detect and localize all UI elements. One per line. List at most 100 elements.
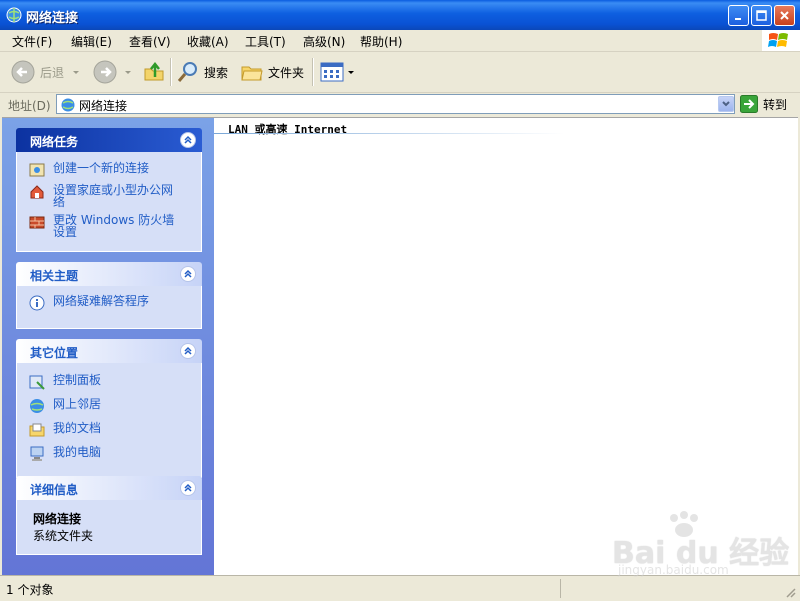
menu-favorites[interactable]: 收藏(A) [187, 33, 229, 50]
details-panel: 详细信息 网络连接 系统文件夹 [16, 476, 202, 555]
views-icon [320, 62, 344, 82]
toolbar-separator [170, 58, 172, 86]
forward-dropdown-icon [125, 71, 131, 74]
details-body: 网络连接 系统文件夹 [16, 500, 202, 555]
panel-title: 详细信息 [30, 483, 79, 497]
place-my-computer[interactable]: 我的电脑 [17, 443, 201, 465]
explorer-window: 网络连接 文件(F) 编辑(E) 查看(V) 收藏(A) 工具(T) 高级(N)… [0, 0, 800, 601]
task-label: 更改 Windows 防火墙设置 [53, 213, 175, 239]
toolbar: 后退 搜索 文件夹 [0, 52, 800, 93]
windows-logo [762, 30, 800, 51]
details-header[interactable]: 详细信息 [16, 476, 202, 500]
resize-grip-icon[interactable] [784, 586, 796, 598]
my-documents-icon [29, 423, 45, 437]
chevron-up-icon [184, 346, 192, 355]
menu-view[interactable]: 查看(V) [129, 33, 171, 50]
folders-label: 文件夹 [268, 65, 305, 80]
network-places-icon [30, 399, 44, 413]
home-network-icon [30, 185, 44, 199]
network-tasks-header[interactable]: 网络任务 [16, 128, 202, 152]
place-my-documents[interactable]: 我的文档 [17, 419, 201, 443]
firewall-icon [29, 216, 45, 229]
folders-button[interactable]: 文件夹 [240, 57, 304, 87]
task-network-troubleshooter[interactable]: 网络疑难解答程序 [17, 292, 201, 314]
other-places-header[interactable]: 其它位置 [16, 339, 202, 363]
chevron-up-icon [184, 135, 192, 144]
control-panel-icon [29, 375, 45, 390]
address-dropdown-button[interactable] [718, 96, 734, 112]
up-folder-button[interactable] [142, 57, 166, 87]
network-tasks-panel: 网络任务 创建一个新的连接 设置家庭或小型办公网络 更改 Windows 防火墙… [16, 128, 202, 252]
views-button[interactable] [320, 57, 356, 87]
maximize-button[interactable] [751, 5, 772, 26]
status-bar: 1 个对象 [0, 575, 800, 601]
place-control-panel[interactable]: 控制面板 [17, 371, 201, 395]
related-topics-body: 网络疑难解答程序 [16, 286, 202, 329]
search-icon [177, 62, 197, 82]
back-arrow-icon [11, 60, 35, 84]
title-bar[interactable]: 网络连接 [0, 0, 800, 30]
address-input[interactable]: 网络连接 [56, 94, 735, 114]
address-value: 网络连接 [79, 99, 128, 113]
panel-title: 相关主题 [30, 269, 79, 283]
forward-button[interactable] [92, 57, 134, 87]
close-button[interactable] [774, 5, 795, 26]
forward-arrow-icon [93, 60, 117, 84]
minimize-button[interactable] [728, 5, 749, 26]
related-topics-header[interactable]: 相关主题 [16, 262, 202, 286]
task-pane: 网络任务 创建一个新的连接 设置家庭或小型办公网络 更改 Windows 防火墙… [2, 118, 214, 575]
detail-type: 系统文件夹 [33, 529, 94, 543]
status-text: 1 个对象 [6, 583, 54, 597]
views-dropdown-icon [348, 71, 354, 74]
go-arrow-icon [740, 95, 758, 113]
task-label: 设置家庭或小型办公网络 [53, 183, 174, 209]
task-label: 我的电脑 [53, 445, 102, 459]
task-setup-home-network[interactable]: 设置家庭或小型办公网络 [17, 181, 201, 211]
content-area: 网络任务 创建一个新的连接 设置家庭或小型办公网络 更改 Windows 防火墙… [2, 117, 798, 575]
other-places-panel: 其它位置 控制面板 网上邻居 我的文档 我的电脑 [16, 339, 202, 478]
up-folder-icon [144, 61, 164, 81]
collapse-button[interactable] [180, 480, 196, 496]
watermark-url: jingyan.baidu.com [618, 563, 729, 577]
group-divider [214, 133, 564, 134]
search-button[interactable]: 搜索 [176, 57, 228, 87]
menu-bar: 文件(F) 编辑(E) 查看(V) 收藏(A) 工具(T) 高级(N) 帮助(H… [0, 30, 800, 52]
menu-file[interactable]: 文件(F) [12, 33, 52, 50]
task-create-connection[interactable]: 创建一个新的连接 [17, 159, 201, 181]
collapse-button[interactable] [180, 132, 196, 148]
task-change-firewall[interactable]: 更改 Windows 防火墙设置 [17, 211, 201, 241]
collapse-button[interactable] [180, 266, 196, 282]
windows-flag-icon [768, 33, 788, 47]
address-label: 地址(D) [8, 99, 51, 113]
address-bar: 地址(D) 网络连接 转到 [0, 93, 800, 116]
network-tasks-body: 创建一个新的连接 设置家庭或小型办公网络 更改 Windows 防火墙设置 [16, 152, 202, 252]
task-label: 网络疑难解答程序 [53, 294, 150, 308]
back-button[interactable]: 后退 [10, 57, 82, 87]
close-icon [780, 11, 789, 20]
collapse-button[interactable] [180, 343, 196, 359]
window-title: 网络连接 [26, 11, 79, 26]
back-label: 后退 [40, 65, 65, 80]
info-icon [29, 295, 45, 311]
chevron-up-icon [184, 269, 192, 278]
place-network-places[interactable]: 网上邻居 [17, 395, 201, 419]
panel-title: 网络任务 [30, 135, 79, 149]
menu-advanced[interactable]: 高级(N) [303, 33, 345, 50]
maximize-icon [756, 10, 767, 21]
go-label: 转到 [763, 97, 788, 112]
menu-edit[interactable]: 编辑(E) [71, 33, 112, 50]
search-label: 搜索 [204, 65, 229, 80]
my-computer-icon [30, 446, 44, 461]
go-button[interactable]: 转到 [740, 95, 787, 113]
menu-help[interactable]: 帮助(H) [360, 33, 402, 50]
detail-name: 网络连接 [33, 512, 82, 526]
network-connections-icon [61, 98, 75, 112]
menu-tools[interactable]: 工具(T) [245, 33, 286, 50]
chevron-down-icon [722, 101, 730, 107]
toolbar-separator [312, 58, 314, 86]
task-label: 控制面板 [53, 373, 102, 387]
task-label: 网上邻居 [53, 397, 102, 411]
other-places-body: 控制面板 网上邻居 我的文档 我的电脑 [16, 363, 202, 478]
group-header-lan: LAN 或高速 Internet [228, 123, 348, 136]
network-connections-icon [6, 7, 22, 23]
